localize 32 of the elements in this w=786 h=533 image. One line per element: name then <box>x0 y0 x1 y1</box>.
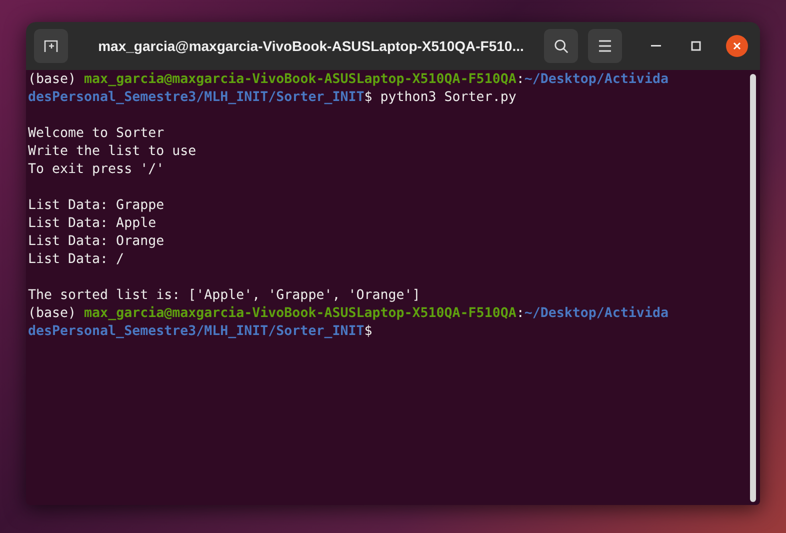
terminal-text: To exit press '/' <box>28 162 164 177</box>
scrollbar[interactable] <box>750 74 756 502</box>
prompt-user: max_garcia@maxgarcia-VivoBook-ASUSLaptop-X510QA-F510QA <box>84 72 516 87</box>
terminal-text: The sorted list is: ['Apple', 'Grappe', 'Orange'] <box>28 288 420 303</box>
terminal-text: Write the list to use <box>28 144 196 159</box>
terminal-text: List Data: Apple <box>28 216 156 231</box>
search-icon <box>554 38 568 54</box>
minimize-icon <box>651 45 661 47</box>
terminal-text: $ <box>364 324 372 339</box>
terminal-text: : <box>516 306 524 321</box>
prompt-path: desPersonal_Semestre3/MLH_INIT/Sorter_INIT <box>28 324 364 339</box>
close-icon <box>733 42 741 50</box>
new-tab-button[interactable] <box>34 29 68 63</box>
menu-button[interactable] <box>588 29 622 63</box>
maximize-icon <box>691 41 701 51</box>
prompt-path: desPersonal_Semestre3/MLH_INIT/Sorter_INIT <box>28 90 364 105</box>
new-tab-icon <box>43 38 59 54</box>
close-button[interactable] <box>726 35 748 57</box>
window-title: max_garcia@maxgarcia-VivoBook-ASUSLaptop-X510QA-F510... <box>97 36 525 56</box>
search-button[interactable] <box>544 29 578 63</box>
prompt-user: max_garcia@maxgarcia-VivoBook-ASUSLaptop-X510QA-F510QA <box>84 306 516 321</box>
terminal-text: (base) <box>28 72 78 87</box>
terminal-text: Welcome to Sorter <box>28 126 164 141</box>
terminal-text: List Data: / <box>28 252 124 267</box>
menu-icon <box>598 40 612 52</box>
prompt-path: ~/Desktop/Activida <box>524 72 668 87</box>
terminal-text: (base) <box>28 306 78 321</box>
terminal-text: : <box>516 72 524 87</box>
prompt-path: ~/Desktop/Activida <box>524 306 668 321</box>
terminal-text: $ python3 Sorter.py <box>364 90 516 105</box>
terminal-text: List Data: Orange <box>28 234 164 249</box>
terminal-text: List Data: Grappe <box>28 198 164 213</box>
